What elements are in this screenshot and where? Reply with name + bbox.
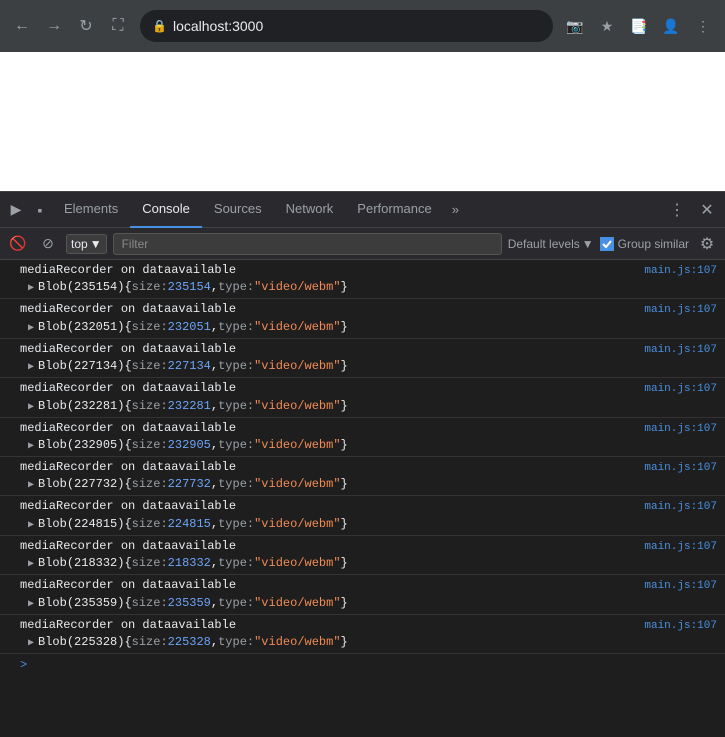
log-text: mediaRecorder on dataavailable [20,617,236,634]
devtools-more-button[interactable]: ⋮ [663,196,691,224]
reload-button[interactable]: ↻ [72,12,100,40]
browser-chrome: ← → ↻ ⛶ 🔒 localhost:3000 📷 ★ 📑 👤 ⋮ [0,0,725,52]
bookmark-button[interactable]: ★ [593,12,621,40]
expand-icon[interactable]: ▶ [28,282,34,296]
filter-toggle-button[interactable]: ⊘ [36,232,60,256]
log-entry: mediaRecorder on dataavailable main.js:10… [0,339,725,378]
expand-icon[interactable]: ▶ [28,637,34,651]
log-text: mediaRecorder on dataavailable [20,262,236,279]
blob-label: Blob(235359) [38,595,124,612]
devtools-actions: ⋮ ✕ [663,196,721,224]
log-source[interactable]: main.js:107 [644,461,717,476]
console-settings-button[interactable]: ⚙ [695,232,719,256]
address-bar[interactable]: 🔒 localhost:3000 [140,10,553,42]
home-button[interactable]: ⛶ [104,12,132,40]
devtools-inspect-button[interactable]: ▶ [4,198,28,222]
more-tabs-button[interactable]: » [444,202,467,217]
devtools-device-button[interactable]: ▪ [28,198,52,222]
browser-actions: 📷 ★ 📑 👤 ⋮ [561,12,717,40]
log-source[interactable]: main.js:107 [644,579,717,594]
console-prompt[interactable]: > [0,654,725,676]
log-entry: mediaRecorder on dataavailable main.js:10… [0,496,725,535]
log-entry: mediaRecorder on dataavailable main.js:10… [0,457,725,496]
clear-console-button[interactable]: 🚫 [6,232,30,256]
tab-network[interactable]: Network [274,192,346,228]
context-selector[interactable]: top ▼ [66,234,107,254]
tab-console[interactable]: Console [130,192,202,228]
prompt-arrow-icon: > [20,658,27,672]
log-source[interactable]: main.js:107 [644,382,717,397]
log-source[interactable]: main.js:107 [644,500,717,515]
blob-label: Blob(218332) [38,555,124,572]
cast-button[interactable]: 📷 [561,12,589,40]
group-similar-option: Group similar [600,237,689,251]
nav-buttons: ← → ↻ ⛶ [8,12,132,40]
expand-icon[interactable]: ▶ [28,440,34,454]
log-text: mediaRecorder on dataavailable [20,420,236,437]
console-toolbar: 🚫 ⊘ top ▼ Default levels ▼ Group similar… [0,228,725,260]
expand-icon[interactable]: ▶ [28,479,34,493]
filter-input[interactable] [113,233,502,255]
menu-button[interactable]: ⋮ [689,12,717,40]
log-text: mediaRecorder on dataavailable [20,577,236,594]
blob-label: Blob(225328) [38,634,124,651]
log-source[interactable]: main.js:107 [644,303,717,318]
log-text: mediaRecorder on dataavailable [20,380,236,397]
tab-sources[interactable]: Sources [202,192,274,228]
devtools-close-button[interactable]: ✕ [693,196,721,224]
log-source[interactable]: main.js:107 [644,343,717,358]
log-source[interactable]: main.js:107 [644,540,717,555]
chevron-down-icon: ▼ [582,237,594,251]
expand-icon[interactable]: ▶ [28,322,34,336]
default-levels-dropdown[interactable]: Default levels ▼ [508,237,594,251]
log-source[interactable]: main.js:107 [644,264,717,279]
log-entry: mediaRecorder on dataavailable main.js:10… [0,536,725,575]
log-entry: mediaRecorder on dataavailable main.js:10… [0,575,725,614]
tab-performance[interactable]: Performance [345,192,443,228]
profile-button[interactable]: 👤 [657,12,685,40]
devtools-tabbar: ▶ ▪ Elements Console Sources Network Per… [0,192,725,228]
log-entry: mediaRecorder on dataavailable main.js:10… [0,378,725,417]
log-entry: mediaRecorder on dataavailable main.js:10… [0,260,725,299]
forward-button[interactable]: → [40,12,68,40]
blob-label: Blob(227732) [38,476,124,493]
back-button[interactable]: ← [8,12,36,40]
blob-label: Blob(227134) [38,358,124,375]
chevron-down-icon: ▼ [90,237,102,251]
log-source[interactable]: main.js:107 [644,619,717,634]
webpage-content [0,52,725,192]
blob-label: Blob(224815) [38,516,124,533]
log-entry: mediaRecorder on dataavailable main.js:10… [0,615,725,654]
blob-label: Blob(235154) [38,279,124,296]
log-text: mediaRecorder on dataavailable [20,538,236,555]
log-text: mediaRecorder on dataavailable [20,341,236,358]
blob-label: Blob(232051) [38,319,124,336]
expand-icon[interactable]: ▶ [28,598,34,612]
address-text: localhost:3000 [173,18,263,34]
console-output[interactable]: mediaRecorder on dataavailable main.js:10… [0,260,725,737]
log-text: mediaRecorder on dataavailable [20,459,236,476]
log-entry: mediaRecorder on dataavailable main.js:10… [0,418,725,457]
expand-icon[interactable]: ▶ [28,401,34,415]
blob-label: Blob(232281) [38,398,124,415]
log-source[interactable]: main.js:107 [644,422,717,437]
expand-icon[interactable]: ▶ [28,558,34,572]
collections-button[interactable]: 📑 [625,12,653,40]
log-text: mediaRecorder on dataavailable [20,301,236,318]
devtools: ▶ ▪ Elements Console Sources Network Per… [0,192,725,737]
blob-label: Blob(232905) [38,437,124,454]
lock-icon: 🔒 [152,19,167,33]
expand-icon[interactable]: ▶ [28,361,34,375]
expand-icon[interactable]: ▶ [28,519,34,533]
tab-elements[interactable]: Elements [52,192,130,228]
log-entry: mediaRecorder on dataavailable main.js:10… [0,299,725,338]
group-similar-checkbox[interactable] [600,237,614,251]
log-text: mediaRecorder on dataavailable [20,498,236,515]
